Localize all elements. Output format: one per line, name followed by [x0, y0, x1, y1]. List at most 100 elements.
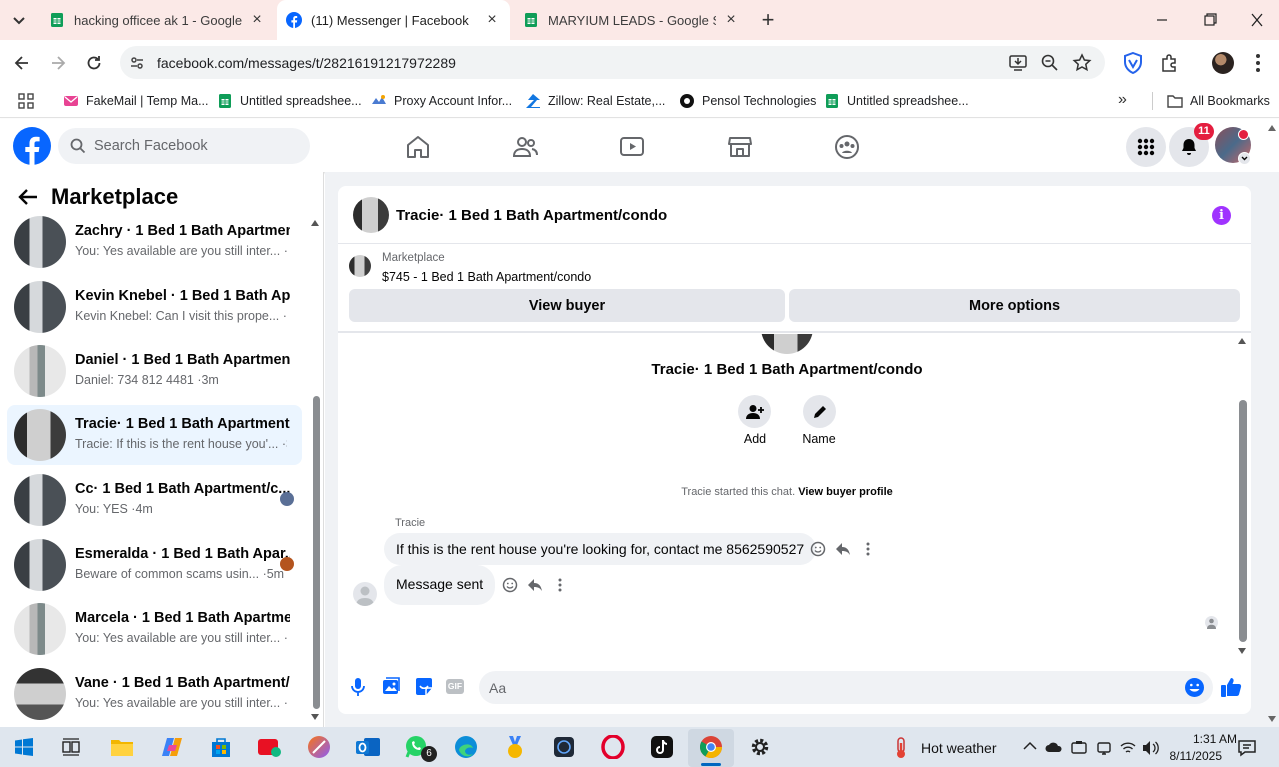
tab-search-button[interactable] — [8, 10, 30, 32]
outlook-icon[interactable] — [354, 733, 382, 761]
conversation-item[interactable]: Zachry · 1 Bed 1 Bath Apartment... You: … — [7, 212, 302, 272]
info-icon[interactable]: i — [1212, 206, 1231, 225]
more-actions-icon[interactable] — [860, 541, 876, 557]
tab-sheets-1[interactable]: hacking officee ak 1 - Google Sh × — [40, 0, 275, 40]
battery-saver-icon[interactable] — [1071, 740, 1087, 754]
volume-icon[interactable] — [1142, 740, 1160, 756]
app-icon-dark[interactable] — [550, 733, 578, 761]
conversation-item[interactable]: Marcela · 1 Bed 1 Bath Apartme... You: Y… — [7, 599, 302, 659]
tab-messenger[interactable]: (11) Messenger | Facebook × — [277, 0, 510, 40]
clock-date[interactable]: 8/11/2025 — [1162, 749, 1223, 763]
opera-icon[interactable] — [599, 733, 627, 761]
menu-kebab-icon[interactable] — [1248, 52, 1268, 74]
chrome-icon[interactable] — [697, 733, 725, 761]
listing-title[interactable]: $745 - 1 Bed 1 Bath Apartment/condo — [382, 270, 591, 284]
bookmark-zillow[interactable]: Zillow: Real Estate,... — [525, 92, 665, 110]
bookmark-pensol[interactable]: Pensol Technologies — [679, 92, 816, 110]
view-buyer-button[interactable]: View buyer — [349, 289, 785, 322]
menu-grid-button[interactable] — [1126, 127, 1166, 167]
onedrive-icon[interactable] — [1045, 741, 1063, 753]
chevron-up-icon[interactable] — [1023, 741, 1037, 751]
incoming-message[interactable]: If this is the rent house you're looking… — [384, 533, 817, 565]
device-icon[interactable] — [1096, 740, 1112, 756]
listing-thumbnail[interactable] — [349, 255, 371, 277]
extensions-icon[interactable] — [1159, 53, 1179, 73]
app-icon-red[interactable] — [256, 733, 284, 761]
marketplace-icon[interactable] — [727, 134, 753, 160]
chat-header-avatar[interactable] — [353, 197, 389, 233]
clock-time[interactable]: 1:31 AM — [1162, 732, 1237, 746]
scroll-up-arrow[interactable] — [311, 220, 319, 226]
bookmark-spreadsheet-2[interactable]: Untitled spreadshee... — [824, 92, 969, 110]
medal-app-icon[interactable] — [501, 733, 529, 761]
bookmark-spreadsheet-1[interactable]: Untitled spreadshee... — [217, 92, 362, 110]
bookmark-fakemail[interactable]: FakeMail | Temp Ma... — [63, 92, 209, 110]
new-tab-button[interactable]: + — [757, 9, 779, 32]
site-info-icon[interactable] — [128, 54, 146, 72]
profile-avatar[interactable] — [1212, 52, 1234, 74]
react-icon[interactable] — [502, 577, 518, 593]
edit-name-button[interactable] — [803, 395, 836, 428]
conversation-item-selected[interactable]: Tracie· 1 Bed 1 Bath Apartment/... Traci… — [7, 405, 302, 465]
app-icon-gradient[interactable] — [305, 733, 333, 761]
react-icon[interactable] — [810, 541, 826, 557]
all-bookmarks[interactable]: All Bookmarks — [1152, 92, 1270, 110]
forward-button[interactable] — [48, 53, 68, 73]
tab-sheets-2[interactable]: MARYIUM LEADS - Google Shee × — [514, 0, 749, 40]
account-chevron-icon[interactable] — [1238, 152, 1251, 165]
conversation-item[interactable]: Cc· 1 Bed 1 Bath Apartment/c... You: YES… — [7, 470, 302, 530]
url-text[interactable]: facebook.com/messages/t/2821619121797228… — [157, 55, 456, 71]
restore-button[interactable] — [1200, 12, 1220, 28]
wifi-icon[interactable] — [1120, 741, 1136, 755]
chat-scroll-down-arrow[interactable] — [1238, 648, 1246, 654]
conversation-scrollbar[interactable] — [313, 396, 320, 709]
facebook-search[interactable]: Search Facebook — [58, 128, 310, 164]
gif-icon[interactable]: GIF — [446, 679, 464, 694]
page-scroll-down-arrow[interactable] — [1268, 716, 1276, 722]
weather-widget[interactable]: Hot weather — [893, 736, 996, 760]
conversation-item[interactable]: Kevin Knebel · 1 Bed 1 Bath Apar... Kevi… — [7, 277, 302, 337]
watch-icon[interactable] — [619, 134, 645, 160]
chat-header-title[interactable]: Tracie· 1 Bed 1 Bath Apartment/condo — [396, 207, 667, 224]
friends-icon[interactable] — [512, 134, 538, 160]
reply-icon[interactable] — [527, 577, 543, 593]
reload-button[interactable] — [84, 53, 104, 73]
photo-icon[interactable] — [382, 677, 401, 696]
page-scroll-up-arrow[interactable] — [1268, 125, 1276, 131]
conversation-item[interactable]: Esmeralda · 1 Bed 1 Bath Apar... Beware … — [7, 535, 302, 595]
more-options-button[interactable]: More options — [789, 289, 1240, 322]
thumbs-up-icon[interactable] — [1220, 676, 1242, 698]
close-icon[interactable]: × — [723, 12, 739, 28]
emoji-icon[interactable] — [1184, 677, 1205, 698]
facebook-logo[interactable] — [13, 127, 51, 165]
microphone-icon[interactable] — [349, 677, 367, 697]
settings-gear-icon[interactable] — [746, 733, 774, 761]
sticker-icon[interactable] — [415, 677, 433, 696]
back-arrow-icon[interactable] — [17, 187, 39, 207]
groups-icon[interactable] — [834, 134, 860, 160]
notification-center-icon[interactable] — [1238, 739, 1256, 757]
tiktok-icon[interactable] — [648, 733, 676, 761]
conversation-item[interactable]: Daniel · 1 Bed 1 Bath Apartment... Danie… — [7, 341, 302, 401]
edge-icon[interactable] — [452, 733, 480, 761]
more-actions-icon[interactable] — [552, 577, 568, 593]
apps-grid-icon[interactable] — [18, 93, 34, 109]
add-person-button[interactable] — [738, 395, 771, 428]
copilot-icon[interactable] — [158, 733, 186, 761]
task-view-icon[interactable] — [57, 733, 85, 761]
view-buyer-profile-link[interactable]: View buyer profile — [798, 486, 893, 498]
bookmark-star-icon[interactable] — [1072, 53, 1092, 73]
message-input[interactable]: Aa — [479, 671, 1213, 704]
address-bar[interactable]: facebook.com/messages/t/2821619121797228… — [120, 46, 1105, 79]
file-explorer-icon[interactable] — [108, 733, 136, 761]
microsoft-store-icon[interactable] — [207, 733, 235, 761]
close-icon[interactable]: × — [249, 12, 265, 28]
chat-scroll-up-arrow[interactable] — [1238, 338, 1246, 344]
zoom-icon[interactable] — [1040, 53, 1060, 73]
chat-scrollbar[interactable] — [1239, 400, 1247, 642]
minimize-button[interactable] — [1152, 12, 1172, 28]
back-button[interactable] — [12, 53, 32, 73]
outgoing-message[interactable]: Message sent — [384, 565, 496, 605]
reply-icon[interactable] — [835, 541, 851, 557]
close-window-button[interactable] — [1247, 12, 1267, 28]
